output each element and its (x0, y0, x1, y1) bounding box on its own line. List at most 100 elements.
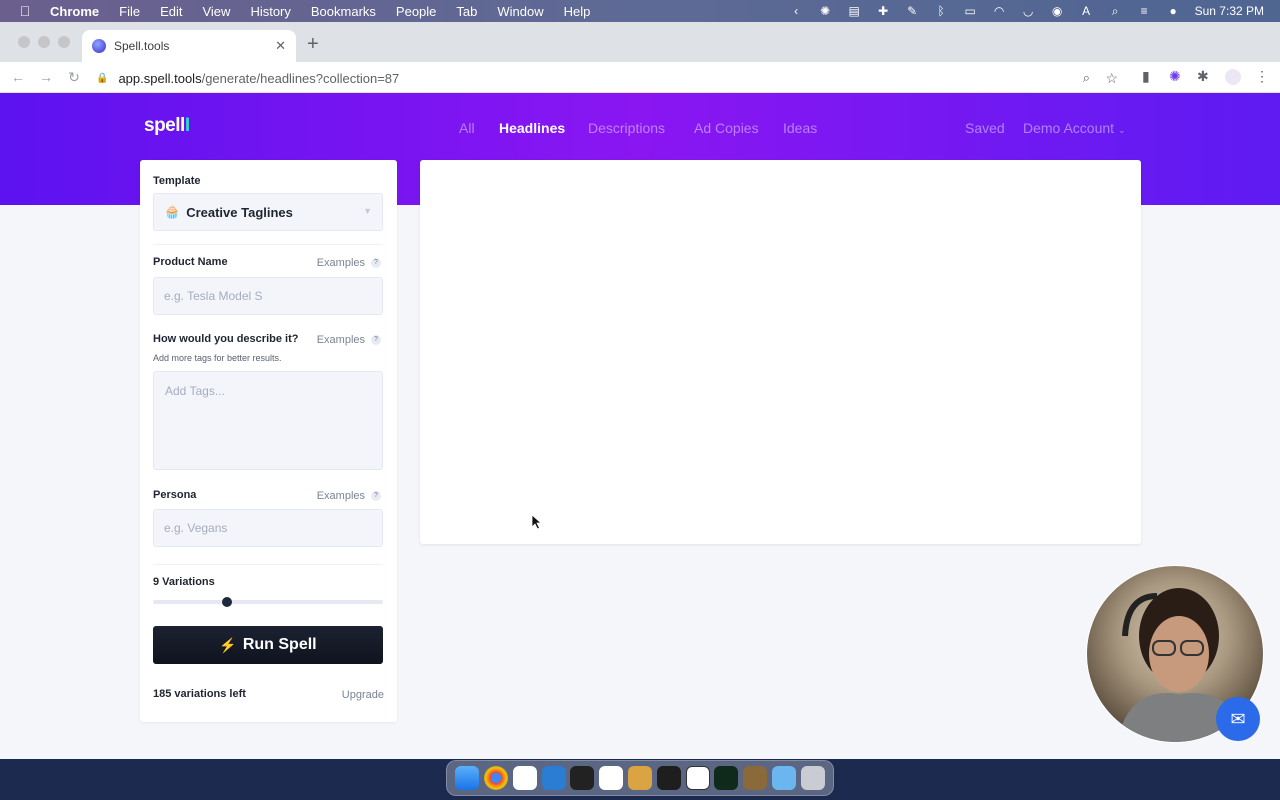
browser-menu-icon[interactable]: ⋮ (1255, 68, 1269, 85)
slack-icon[interactable] (599, 766, 624, 790)
product-name-field[interactable] (153, 277, 383, 315)
bookmark-star-icon[interactable]: ☆ (1105, 70, 1118, 87)
docker-icon[interactable]: ▤ (847, 4, 862, 18)
close-window-button[interactable] (18, 36, 30, 48)
account-menu[interactable]: Demo Account ⌄ (1023, 120, 1126, 136)
vscode-icon[interactable] (541, 766, 566, 790)
back-icon[interactable]: ← (8, 69, 28, 85)
product-examples-link[interactable]: Examples? (317, 257, 381, 269)
chat-icon[interactable]: ✉ (1216, 697, 1260, 741)
trash-icon[interactable] (800, 766, 825, 790)
clock[interactable]: Sun 7:32 PM (1195, 4, 1264, 18)
notion-icon[interactable] (685, 766, 710, 790)
cupcake-icon: 🧁 (164, 204, 181, 219)
activity-monitor-icon[interactable] (714, 766, 739, 790)
help-icon: ? (371, 258, 381, 269)
persona-examples-link[interactable]: Examples? (317, 490, 381, 502)
printer-icon[interactable] (743, 766, 768, 790)
ia-writer-icon[interactable] (512, 766, 537, 790)
pen-icon[interactable]: ✎ (905, 4, 920, 18)
persona-field[interactable] (153, 509, 383, 547)
search-icon[interactable]: ⌕ (1108, 4, 1123, 18)
examples-text: Examples (316, 334, 365, 346)
variations-remaining: 185 variations left (153, 688, 246, 700)
menu-tab[interactable]: Tab (456, 4, 477, 19)
zoom-icon[interactable]: ⌕ (1083, 70, 1090, 86)
template-select[interactable]: 🧁 Creative Taglines ▼ (153, 193, 383, 231)
archive-icon[interactable] (627, 766, 652, 790)
status-area: ‹ ✺ ▤ ✚ ✎ ᛒ ▭ ◠ ◡ ◉ A ⌕ ≡ ● Sun 7:32 PM (789, 0, 1264, 22)
maximize-window-button[interactable] (58, 36, 70, 48)
control-center-icon[interactable]: ≡ (1137, 4, 1152, 18)
plus-app-icon[interactable]: ✚ (876, 4, 891, 18)
profile-avatar[interactable] (1225, 69, 1241, 85)
menu-window[interactable]: Window (497, 4, 543, 19)
slider-knob[interactable] (222, 597, 232, 607)
folder-icon[interactable] (771, 766, 796, 790)
url-host: app.spell.tools (118, 70, 202, 86)
tags-input[interactable] (154, 372, 382, 469)
figma-icon[interactable] (656, 766, 681, 790)
battery-icon[interactable]: ▭ (963, 4, 978, 18)
headphones-icon[interactable]: ◡ (1021, 4, 1036, 18)
wifi-icon[interactable]: ◠ (992, 4, 1007, 18)
tags-field[interactable] (153, 371, 383, 470)
template-value: Creative Taglines (186, 204, 293, 220)
run-spell-button[interactable]: ⚡ Run Spell (153, 626, 383, 664)
bluetooth-icon[interactable]: ᛒ (934, 4, 949, 18)
extensions-puzzle-icon[interactable]: ✱ (1197, 68, 1209, 85)
describe-label: How would you describe it? (153, 333, 299, 345)
nav-all[interactable]: All (459, 120, 475, 136)
nav-descriptions[interactable]: Descriptions (588, 120, 665, 136)
settings-gear-icon[interactable]: ✺ (818, 4, 833, 18)
address-bar[interactable]: 🔒 app.spell.tools/generate/headlines?col… (96, 65, 1126, 91)
menu-bookmarks[interactable]: Bookmarks (311, 4, 376, 19)
help-icon: ? (371, 491, 381, 502)
examples-text: Examples (316, 490, 365, 502)
describe-examples-link[interactable]: Examples? (317, 334, 381, 346)
nav-ideas[interactable]: Ideas (783, 120, 817, 136)
variations-slider[interactable] (153, 597, 383, 607)
menu-app-name[interactable]: Chrome (50, 4, 99, 19)
terminal-icon[interactable] (570, 766, 595, 790)
input-source-icon[interactable]: A (1079, 4, 1094, 18)
lock-icon[interactable]: 🔒 (96, 73, 108, 84)
product-name-input[interactable] (154, 278, 382, 314)
chevron-left-icon[interactable]: ‹ (789, 4, 804, 18)
finder-icon[interactable] (455, 766, 480, 790)
examples-text: Examples (316, 257, 365, 269)
describe-hint: Add more tags for better results. (153, 353, 282, 363)
reload-icon[interactable]: ↻ (64, 69, 84, 86)
nav-headlines[interactable]: Headlines (499, 120, 565, 136)
siri-icon[interactable]: ● (1166, 4, 1181, 18)
extension-bars-icon[interactable]: ▮ (1142, 68, 1150, 85)
chrome-icon[interactable] (484, 766, 509, 790)
macos-dock (446, 760, 834, 796)
browser-tabbar: Spell.tools ✕ + (0, 22, 1280, 62)
spell-logo[interactable]: spellI (144, 115, 190, 137)
results-panel (420, 160, 1141, 544)
minimize-window-button[interactable] (38, 36, 50, 48)
nav-saved[interactable]: Saved (965, 120, 1005, 136)
new-tab-icon[interactable]: + (307, 34, 319, 54)
url-path: /generate/headlines?collection=87 (201, 70, 400, 86)
menu-help[interactable]: Help (564, 4, 591, 19)
browser-tab-active[interactable]: Spell.tools ✕ (82, 30, 296, 62)
menu-view[interactable]: View (202, 4, 230, 19)
chevron-down-icon: ▼ (363, 206, 372, 216)
forward-icon[interactable]: → (36, 69, 56, 85)
user-icon[interactable]: ◉ (1050, 4, 1065, 18)
persona-input[interactable] (154, 510, 382, 546)
menu-history[interactable]: History (250, 4, 290, 19)
divider (153, 564, 383, 565)
template-label: Template (153, 175, 201, 187)
menu-file[interactable]: File (119, 4, 140, 19)
close-tab-icon[interactable]: ✕ (275, 38, 286, 54)
menu-edit[interactable]: Edit (160, 4, 182, 19)
menu-people[interactable]: People (396, 4, 436, 19)
upgrade-link[interactable]: Upgrade (342, 689, 384, 701)
extension-sparkle-icon[interactable]: ✺ (1169, 68, 1181, 85)
lightning-icon: ⚡ (219, 636, 237, 653)
nav-ad-copies[interactable]: Ad Copies (694, 120, 759, 136)
apple-icon[interactable]:  (0, 3, 50, 19)
